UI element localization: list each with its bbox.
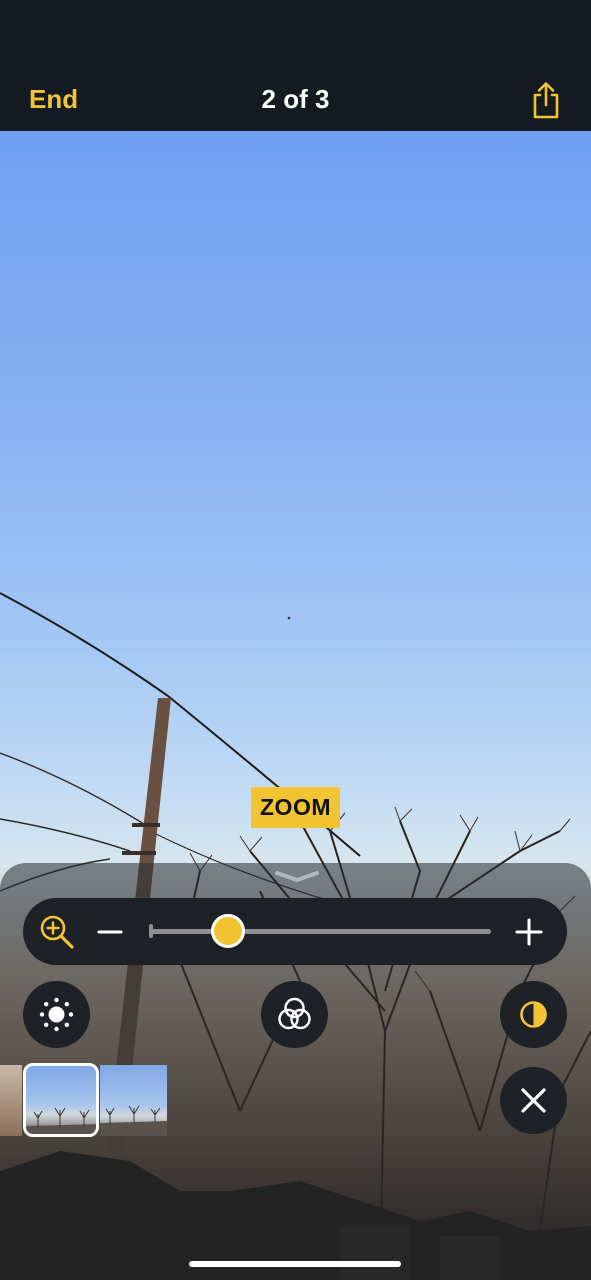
plus-icon[interactable] bbox=[513, 914, 545, 950]
zoom-in-icon[interactable] bbox=[39, 914, 75, 950]
photo-counter-title: 2 of 3 bbox=[261, 84, 330, 114]
zoom-slider-thumb[interactable] bbox=[210, 914, 245, 948]
filters-icon bbox=[278, 997, 311, 1030]
close-icon bbox=[521, 1088, 546, 1113]
filters-button[interactable] bbox=[261, 981, 328, 1048]
home-indicator[interactable] bbox=[189, 1261, 401, 1267]
close-button[interactable] bbox=[500, 1067, 567, 1134]
zoom-slider-min-tick bbox=[149, 924, 153, 938]
panel-grabber-chevron-icon[interactable] bbox=[273, 869, 321, 883]
photo-thumbnail-2-selected[interactable] bbox=[23, 1063, 99, 1137]
brightness-button[interactable] bbox=[23, 981, 90, 1048]
contrast-icon bbox=[520, 1001, 547, 1028]
share-icon[interactable] bbox=[527, 80, 565, 120]
contrast-button[interactable] bbox=[500, 981, 567, 1048]
minus-icon[interactable] bbox=[95, 914, 125, 950]
top-navigation-bar: End 2 of 3 bbox=[0, 0, 591, 131]
photo-thumbnail-1[interactable] bbox=[0, 1065, 22, 1136]
zoom-slider-track[interactable] bbox=[149, 929, 491, 934]
zoom-slider-bar bbox=[23, 898, 567, 965]
zoom-mode-label: ZOOM bbox=[251, 787, 340, 828]
brightness-icon bbox=[39, 997, 74, 1032]
photo-thumbnail-3[interactable] bbox=[100, 1065, 167, 1136]
